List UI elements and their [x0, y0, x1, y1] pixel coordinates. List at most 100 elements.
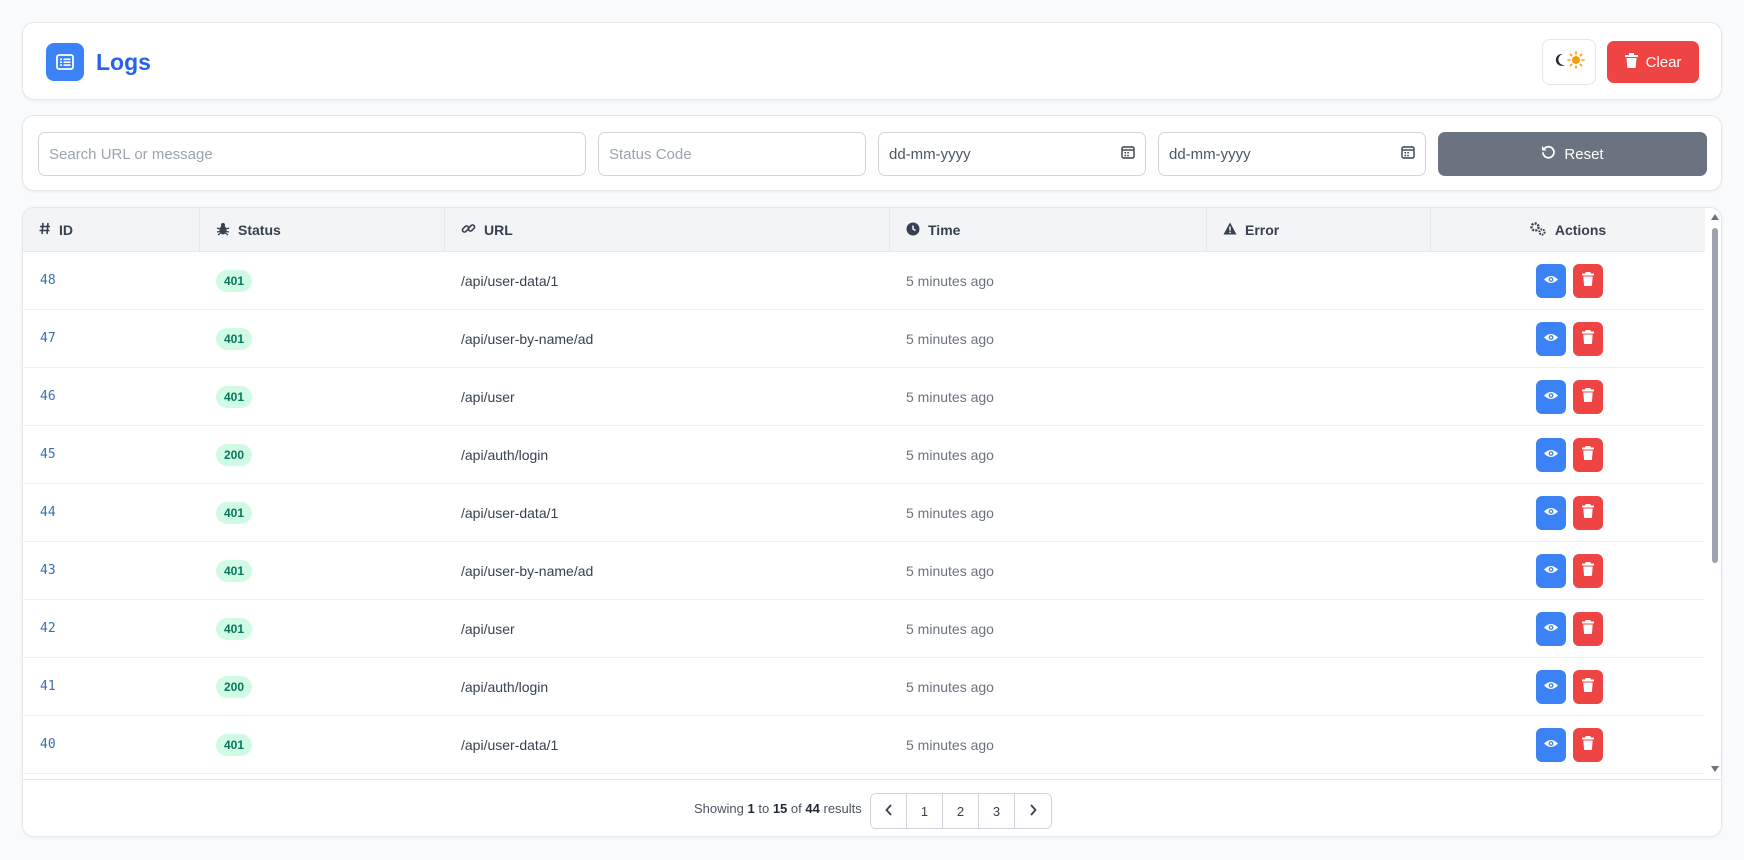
- date-from-input[interactable]: dd-mm-yyyy: [878, 132, 1146, 176]
- view-button[interactable]: [1536, 379, 1566, 414]
- actions-cell: [1536, 368, 1603, 425]
- log-id[interactable]: 43: [40, 542, 56, 599]
- header-bar: Logs Clear: [22, 22, 1722, 100]
- view-button[interactable]: [1536, 611, 1566, 646]
- column-header-id[interactable]: ID: [23, 208, 200, 252]
- delete-button[interactable]: [1573, 611, 1603, 646]
- search-input[interactable]: [38, 132, 586, 176]
- delete-button[interactable]: [1573, 379, 1603, 414]
- actions-cell: [1536, 252, 1603, 309]
- prev-page-button[interactable]: [871, 794, 907, 828]
- column-label: ID: [59, 222, 73, 238]
- eye-icon: [1543, 621, 1559, 636]
- of-word: of: [790, 801, 802, 816]
- delete-button[interactable]: [1573, 495, 1603, 530]
- status-cell: 401: [216, 716, 253, 773]
- scroll-thumb[interactable]: [1712, 228, 1718, 563]
- delete-button[interactable]: [1573, 727, 1603, 762]
- log-id[interactable]: 40: [40, 716, 56, 773]
- to-word: to: [758, 801, 770, 816]
- url-cell: /api/user-by-name/ad: [461, 330, 594, 347]
- clock-icon: [906, 222, 920, 239]
- log-id[interactable]: 44: [40, 484, 56, 541]
- status-cell: 401: [216, 542, 253, 599]
- eye-icon: [1543, 679, 1559, 694]
- filter-bar: dd-mm-yyyy dd-mm-yyyy: [22, 115, 1722, 191]
- delete-button[interactable]: [1573, 437, 1603, 472]
- log-id[interactable]: 48: [40, 252, 56, 309]
- calendar-icon[interactable]: [1121, 145, 1135, 163]
- undo-icon: [1541, 145, 1556, 164]
- column-header-time[interactable]: Time: [890, 208, 1207, 252]
- column-header-status[interactable]: Status: [200, 208, 445, 252]
- log-id[interactable]: 41: [40, 658, 56, 715]
- trash-icon: [1582, 620, 1594, 637]
- eye-icon: [1543, 447, 1559, 462]
- time-cell: 5 minutes ago: [906, 562, 994, 579]
- view-button[interactable]: [1536, 669, 1566, 704]
- theme-toggle-button[interactable]: [1542, 39, 1596, 85]
- calendar-icon[interactable]: [1401, 145, 1415, 163]
- scroll-up-arrow[interactable]: [1711, 214, 1719, 220]
- actions-cell: [1536, 542, 1603, 599]
- trash-icon: [1582, 504, 1594, 521]
- logs-table: ID Status URL Time Error Actions 48 401 …: [22, 207, 1722, 837]
- view-button[interactable]: [1536, 437, 1566, 472]
- delete-button[interactable]: [1573, 263, 1603, 298]
- time-cell: 5 minutes ago: [906, 736, 994, 753]
- view-button[interactable]: [1536, 263, 1566, 298]
- scroll-down-arrow[interactable]: [1711, 766, 1719, 772]
- next-page-button[interactable]: [1015, 794, 1051, 828]
- status-badge: 401: [216, 617, 253, 640]
- view-button[interactable]: [1536, 495, 1566, 530]
- status-code-input[interactable]: [598, 132, 866, 176]
- table-row: 46 401/api/user 5 minutes ago: [23, 368, 1705, 426]
- actions-cell: [1536, 716, 1603, 773]
- eye-icon: [1543, 737, 1559, 752]
- view-button[interactable]: [1536, 727, 1566, 762]
- page-button-1[interactable]: 1: [907, 794, 943, 828]
- actions-cell: [1536, 310, 1603, 367]
- log-id[interactable]: 42: [40, 600, 56, 657]
- table-row: 48 401/api/user-data/1 5 minutes ago: [23, 252, 1705, 310]
- status-badge: 401: [216, 501, 253, 524]
- log-id[interactable]: 47: [40, 310, 56, 367]
- trash-icon: [1582, 736, 1594, 753]
- url-cell: /api/user: [461, 620, 515, 637]
- moon-icon: [1554, 53, 1566, 72]
- chevron-left-icon: [884, 803, 893, 819]
- actions-cell: [1536, 600, 1603, 657]
- url-cell: /api/user-by-name/ad: [461, 562, 594, 579]
- status-badge: 401: [216, 559, 253, 582]
- url-cell: /api/auth/login: [461, 446, 549, 463]
- page-button-3[interactable]: 3: [979, 794, 1015, 828]
- view-button[interactable]: [1536, 553, 1566, 588]
- list-icon: [46, 43, 84, 81]
- page-button-2[interactable]: 2: [943, 794, 979, 828]
- log-id[interactable]: 45: [40, 426, 56, 483]
- delete-button[interactable]: [1573, 553, 1603, 588]
- column-label: Status: [238, 222, 281, 238]
- table-scrollbar[interactable]: [1709, 210, 1721, 775]
- page-title: Logs: [96, 49, 151, 75]
- trash-icon: [1582, 678, 1594, 695]
- status-cell: 401: [216, 310, 253, 367]
- trash-icon: [1582, 446, 1594, 463]
- cogs-icon: [1530, 221, 1547, 239]
- actions-cell: [1536, 426, 1603, 483]
- column-header-url[interactable]: URL: [445, 208, 890, 252]
- reset-button-label: Reset: [1564, 145, 1604, 163]
- status-badge: 401: [216, 385, 253, 408]
- url-cell: /api/user-data/1: [461, 736, 559, 753]
- log-id[interactable]: 46: [40, 368, 56, 425]
- time-cell: 5 minutes ago: [906, 620, 994, 637]
- clear-logs-button[interactable]: Clear: [1607, 41, 1699, 83]
- reset-button[interactable]: Reset: [1438, 132, 1707, 176]
- delete-button[interactable]: [1573, 669, 1603, 704]
- date-to-input[interactable]: dd-mm-yyyy: [1158, 132, 1426, 176]
- eye-icon: [1543, 389, 1559, 404]
- view-button[interactable]: [1536, 321, 1566, 356]
- sun-icon: [1566, 50, 1585, 74]
- delete-button[interactable]: [1573, 321, 1603, 356]
- column-header-error[interactable]: Error: [1207, 208, 1431, 252]
